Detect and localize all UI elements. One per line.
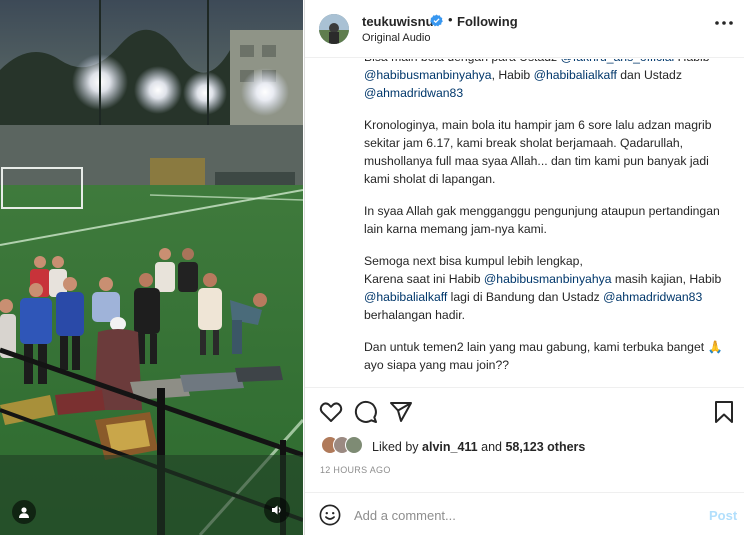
likes-summary: Liked by alvin_411 and 58,123 others: [372, 440, 585, 454]
caption-paragraph: Bisa main bola dengan para Ustadz @fakhr…: [364, 59, 736, 102]
speaker-icon: [272, 505, 281, 515]
liker-username-link[interactable]: alvin_411: [422, 440, 478, 454]
likes-prefix: Liked by: [372, 440, 423, 454]
post-header: teukuwisnu • Following Original Audio: [305, 0, 744, 58]
mention-link[interactable]: @ahmadridwan83: [603, 290, 702, 304]
caption-text-segment: Habib: [674, 59, 710, 64]
mention-link[interactable]: @fakhru_ans_official: [560, 59, 674, 64]
comment-input[interactable]: [354, 505, 684, 525]
caption-text-segment: berhalangan hadir.: [364, 308, 465, 322]
caption-text-segment: lagi di Bandung dan Ustadz: [447, 290, 604, 304]
caption-paragraph: In syaa Allah gak mengganggu pengunjung …: [364, 202, 736, 238]
more-horizontal-icon[interactable]: [713, 18, 735, 28]
avatar[interactable]: [319, 14, 349, 44]
likes-row: Liked by alvin_411 and 58,123 others: [305, 433, 744, 459]
post-details-panel: teukuwisnu • Following Original Audio Bi…: [304, 0, 744, 535]
caption-text-segment: , Habib: [491, 68, 534, 82]
liker-avatar: [345, 436, 363, 454]
separator-dot: •: [448, 12, 453, 27]
send-icon[interactable]: [389, 400, 413, 424]
avatar-image: [319, 14, 349, 44]
post-comment-button[interactable]: Post: [709, 508, 737, 523]
caption-text-segment: In syaa Allah gak mengganggu pengunjung …: [364, 204, 720, 236]
mention-link[interactable]: @ahmadridwan83: [364, 86, 463, 100]
bookmark-icon[interactable]: [712, 400, 736, 424]
mute-toggle-button[interactable]: [264, 497, 290, 523]
verified-badge-icon: [430, 14, 443, 27]
user-tag-icon: [19, 507, 29, 518]
mention-link[interactable]: @habibalialkaff: [364, 290, 447, 304]
caption-text-segment: Kronologinya, main bola itu hampir jam 6…: [364, 118, 712, 186]
comment-icon[interactable]: [354, 400, 378, 424]
user-tag-button[interactable]: [12, 500, 36, 524]
audio-link[interactable]: Original Audio: [362, 32, 431, 44]
caption-text-segment: Dan untuk temen2 lain yang mau gabung, k…: [364, 340, 723, 372]
following-button[interactable]: Following: [457, 14, 518, 29]
caption-paragraph: Dan untuk temen2 lain yang mau gabung, k…: [364, 338, 736, 374]
comment-composer: Post: [305, 492, 744, 535]
caption-text: Bisa main bola dengan para Ustadz @fakhr…: [364, 59, 736, 387]
mention-link[interactable]: @habibalialkaff: [534, 68, 617, 82]
smiley-icon[interactable]: [319, 504, 341, 526]
post-timestamp[interactable]: 12 HOURS AGO: [320, 465, 391, 475]
caption-text-segment: Bisa main bola dengan para Ustadz: [364, 59, 560, 64]
liker-avatars[interactable]: [321, 436, 369, 456]
video-frame: [0, 0, 303, 535]
caption-text-segment: dan Ustadz: [616, 68, 682, 82]
mention-link[interactable]: @habibusmanbinyahya: [484, 272, 612, 286]
caption-paragraph: Kronologinya, main bola itu hampir jam 6…: [364, 116, 736, 188]
caption-paragraph: Semoga next bisa kumpul lebih lengkap, K…: [364, 252, 736, 324]
heart-icon[interactable]: [319, 400, 343, 424]
post-video[interactable]: [0, 0, 303, 535]
likes-count-link[interactable]: 58,123 others: [505, 440, 585, 454]
username-link[interactable]: teukuwisnu: [362, 14, 434, 29]
action-bar: [305, 387, 744, 433]
caption-scroll-area[interactable]: Bisa main bola dengan para Ustadz @fakhr…: [305, 59, 744, 387]
likes-and: and: [477, 440, 506, 454]
mention-link[interactable]: @habibusmanbinyahya: [364, 68, 492, 82]
caption-text-segment: masih kajian, Habib: [611, 272, 722, 286]
